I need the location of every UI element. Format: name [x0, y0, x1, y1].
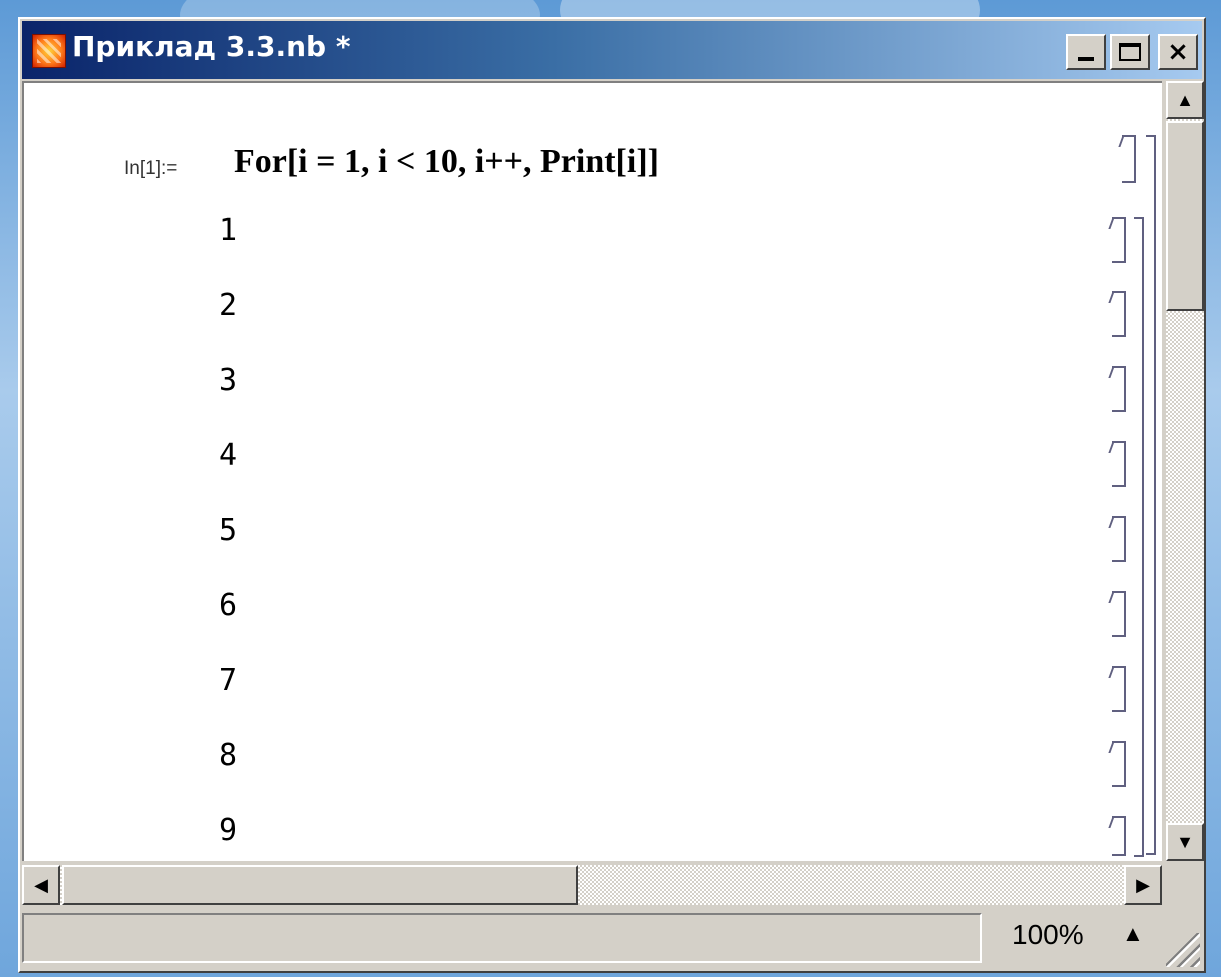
- output-group-bracket[interactable]: [1134, 217, 1144, 857]
- output-cell-bracket[interactable]: [1112, 591, 1126, 637]
- title-bar[interactable]: Приклад 3.3.nb * ×: [22, 21, 1202, 79]
- output-line: 7: [219, 663, 238, 698]
- horizontal-scrollbar[interactable]: ◀ ▶: [22, 865, 1162, 905]
- input-label: In[1]:=: [124, 158, 178, 179]
- output-cell-bracket[interactable]: [1112, 741, 1126, 787]
- group-cell-bracket[interactable]: [1146, 135, 1156, 855]
- zoom-level[interactable]: 100%: [1012, 919, 1084, 951]
- scroll-left-icon: ◀: [34, 874, 48, 895]
- output-line: 9: [219, 813, 238, 848]
- input-cell[interactable]: For[i = 1, i < 10, i++, Print[i]]: [234, 143, 659, 181]
- scroll-up-icon: ▲: [1176, 89, 1194, 110]
- output-line: 1: [219, 213, 238, 248]
- output-line: 5: [219, 513, 238, 548]
- maximize-button[interactable]: [1110, 34, 1150, 70]
- input-cell-bracket[interactable]: [1122, 135, 1136, 183]
- status-field: [22, 913, 982, 963]
- output-cell-bracket[interactable]: [1112, 441, 1126, 487]
- minimize-button[interactable]: [1066, 34, 1106, 70]
- output-cell-bracket[interactable]: [1112, 516, 1126, 562]
- output-line: 2: [219, 288, 238, 323]
- output-cell-bracket[interactable]: [1112, 366, 1126, 412]
- output-line: 8: [219, 738, 238, 773]
- window-title: Приклад 3.3.nb *: [72, 30, 351, 63]
- output-cell-bracket[interactable]: [1112, 666, 1126, 712]
- horizontal-scroll-thumb[interactable]: [62, 865, 578, 905]
- output-cell-bracket[interactable]: [1112, 816, 1126, 856]
- output-line: 4: [219, 438, 238, 473]
- scroll-right-icon: ▶: [1136, 874, 1150, 895]
- scroll-left-button[interactable]: ◀: [22, 865, 60, 905]
- scroll-down-icon: ▼: [1176, 831, 1194, 852]
- output-cell-bracket[interactable]: [1112, 291, 1126, 337]
- scroll-up-button[interactable]: ▲: [1166, 81, 1204, 119]
- output-line: 3: [219, 363, 238, 398]
- vertical-scrollbar[interactable]: ▲ ▼: [1166, 81, 1204, 861]
- scroll-right-button[interactable]: ▶: [1124, 865, 1162, 905]
- app-icon[interactable]: [32, 34, 66, 68]
- notebook-content[interactable]: In[1]:= For[i = 1, i < 10, i++, Print[i]…: [22, 81, 1162, 861]
- close-button[interactable]: ×: [1158, 34, 1198, 70]
- output-cell-bracket[interactable]: [1112, 217, 1126, 263]
- scroll-down-button[interactable]: ▼: [1166, 823, 1204, 861]
- resize-grip-icon[interactable]: [1166, 933, 1200, 967]
- output-line: 6: [219, 588, 238, 623]
- notebook-window: Приклад 3.3.nb * × In[1]:= For[i = 1, i …: [18, 17, 1206, 973]
- status-bar: 100% ▲: [22, 907, 1202, 969]
- close-icon: ×: [1167, 37, 1189, 67]
- maximize-icon: [1119, 43, 1141, 61]
- minimize-icon: [1078, 57, 1094, 61]
- vertical-scroll-thumb[interactable]: [1166, 121, 1204, 311]
- zoom-arrow-icon[interactable]: ▲: [1122, 921, 1144, 947]
